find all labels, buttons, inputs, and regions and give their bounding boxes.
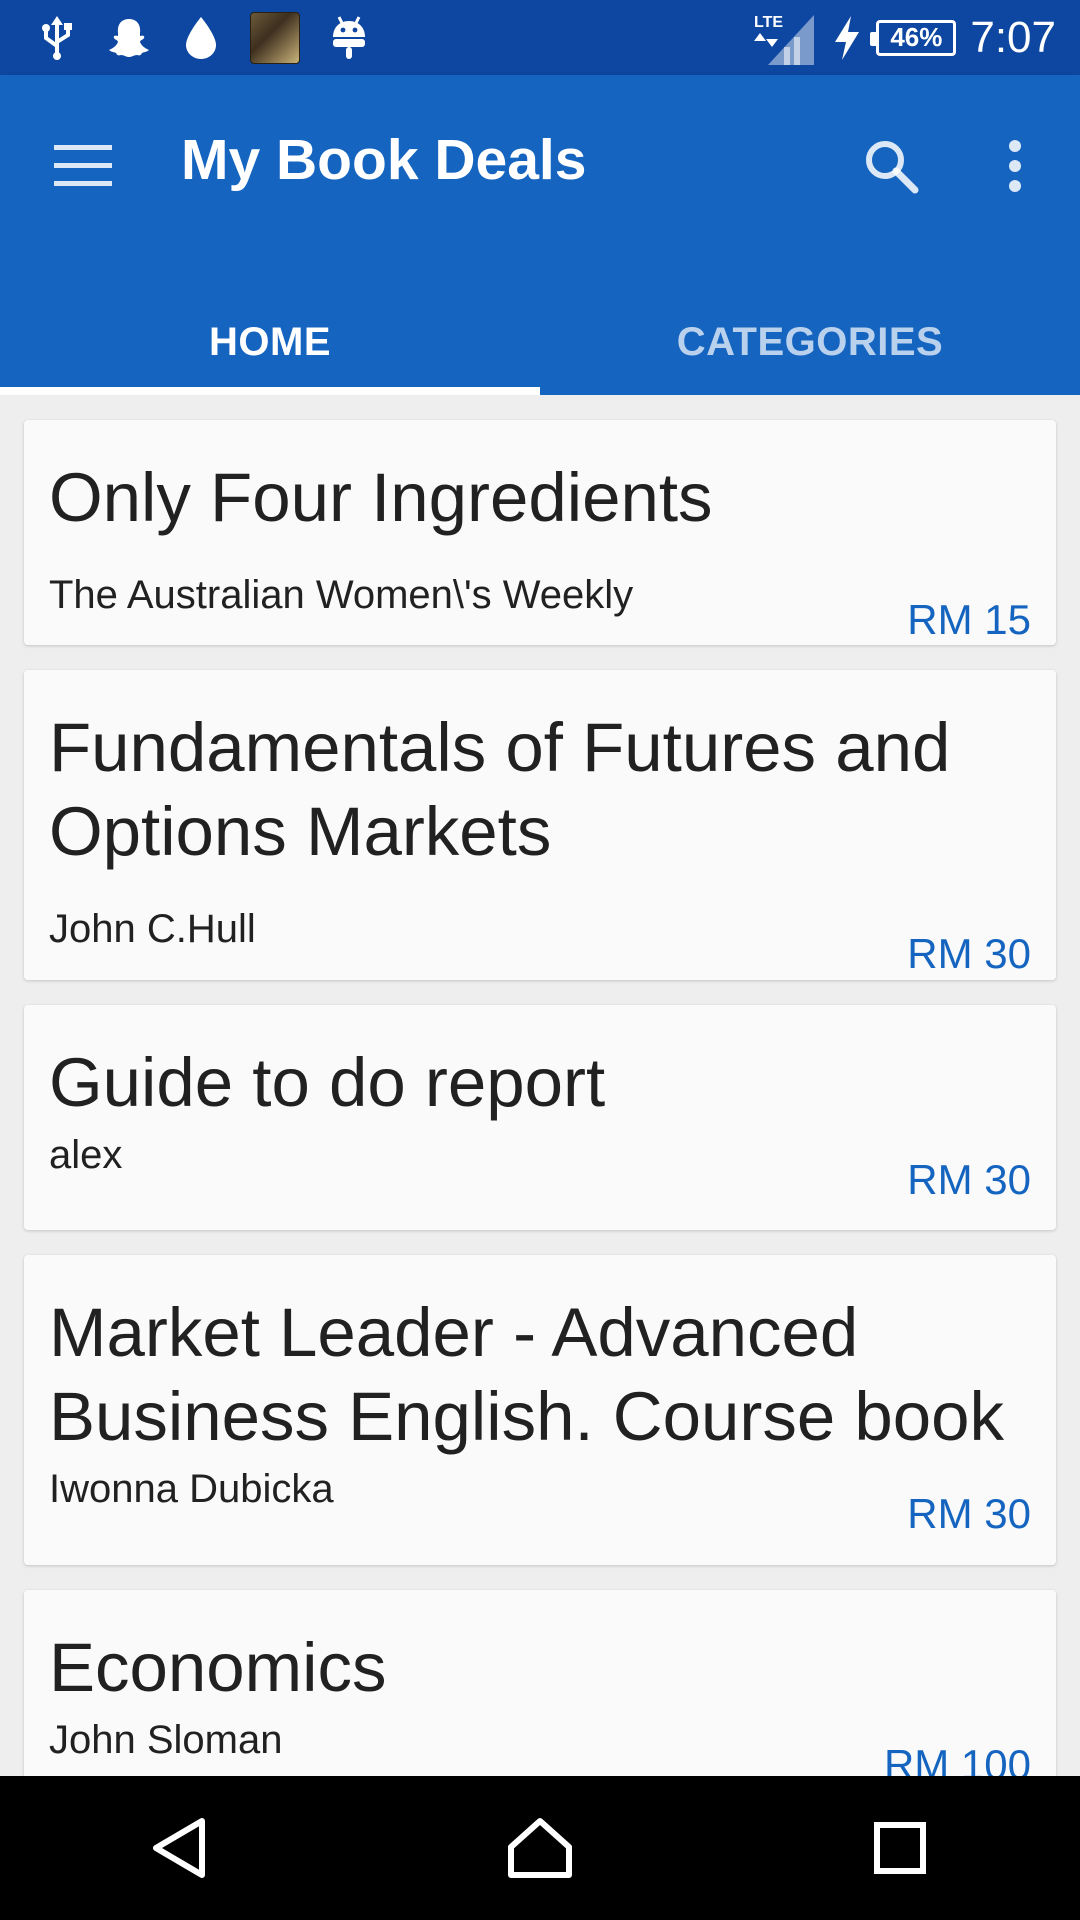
book-title: Only Four Ingredients — [49, 459, 713, 536]
book-card[interactable]: Guide to do report alex RM 30 — [24, 1005, 1056, 1230]
back-button[interactable] — [120, 1788, 240, 1908]
battery-indicator: 46% — [870, 19, 957, 56]
recents-button[interactable] — [840, 1788, 960, 1908]
book-price: RM 100 — [883, 1741, 1031, 1776]
app-thumbnail-icon — [250, 11, 300, 64]
charging-icon — [832, 15, 862, 61]
book-title: Market Leader - Advanced Business Englis… — [49, 1294, 1005, 1455]
book-card[interactable]: Fundamentals of Futures and Options Mark… — [24, 670, 1056, 980]
app-bar: My Book Deals HOME CATEGORIES — [0, 75, 1080, 395]
water-drop-icon — [178, 15, 224, 61]
clock: 7:07 — [970, 12, 1056, 62]
android-icon — [326, 15, 372, 61]
status-bar: LTE 46% 7:07 — [0, 0, 1080, 75]
more-vert-icon — [1009, 140, 1021, 192]
search-button[interactable] — [836, 111, 946, 221]
notification-icons — [0, 11, 372, 64]
system-indicators: LTE 46% 7:07 — [754, 12, 1080, 65]
tab-home[interactable]: HOME — [0, 320, 540, 395]
book-author: John Sloman — [49, 1718, 283, 1762]
search-icon — [866, 141, 919, 194]
app-title: My Book Deals — [181, 128, 587, 192]
book-title: Fundamentals of Futures and Options Mark… — [49, 709, 951, 870]
book-price: RM 30 — [907, 930, 1031, 977]
book-price: RM 30 — [907, 1490, 1031, 1537]
book-price: RM 30 — [907, 1156, 1031, 1203]
book-title: Guide to do report — [49, 1044, 606, 1121]
home-icon — [508, 1818, 572, 1878]
navigation-menu-button[interactable] — [28, 111, 138, 221]
book-price: RM 15 — [907, 596, 1031, 643]
book-author: The Australian Women\'s Weekly — [49, 573, 634, 617]
tab-categories-label: CATEGORIES — [676, 320, 944, 364]
back-triangle-icon — [153, 1818, 205, 1878]
book-author: John C.Hull — [49, 907, 256, 951]
book-card[interactable]: Only Four Ingredients The Australian Wom… — [24, 420, 1056, 645]
svg-text:LTE: LTE — [754, 14, 783, 31]
battery-percent: 46% — [890, 22, 943, 52]
usb-icon — [34, 15, 80, 61]
hamburger-menu-icon — [54, 145, 112, 186]
book-author: Iwonna Dubicka — [49, 1467, 334, 1511]
tab-home-label: HOME — [209, 320, 331, 364]
system-navigation-bar — [0, 1776, 1080, 1920]
book-list[interactable]: Only Four Ingredients The Australian Wom… — [0, 395, 1080, 1776]
home-button[interactable] — [480, 1788, 600, 1908]
overflow-menu-button[interactable] — [960, 111, 1070, 221]
recents-square-icon — [874, 1822, 926, 1874]
lte-signal-icon: LTE — [754, 14, 818, 65]
tab-categories[interactable]: CATEGORIES — [540, 320, 1080, 395]
book-author: alex — [49, 1133, 123, 1177]
book-title: Economics — [49, 1629, 387, 1706]
book-card[interactable]: Market Leader - Advanced Business Englis… — [24, 1255, 1056, 1565]
tab-indicator — [0, 387, 540, 395]
toolbar: My Book Deals — [0, 75, 1080, 245]
tab-bar: HOME CATEGORIES — [0, 320, 1080, 395]
book-card[interactable]: Economics John Sloman RM 100 — [24, 1590, 1056, 1776]
snapchat-icon — [106, 15, 152, 61]
